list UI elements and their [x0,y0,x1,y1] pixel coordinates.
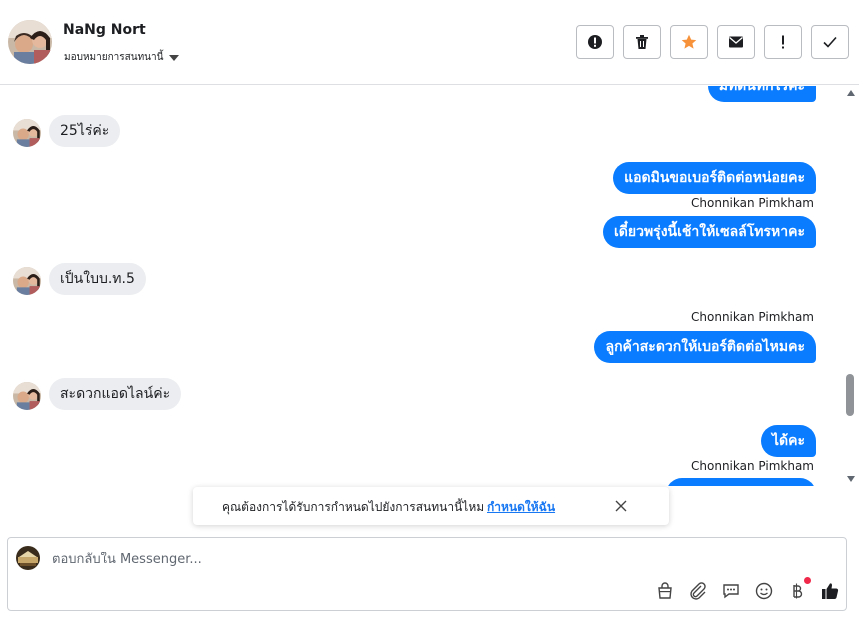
done-button[interactable] [811,25,849,59]
like-button[interactable] [820,581,840,601]
outgoing-message: ได้คะ [760,425,816,457]
star-button[interactable] [670,25,708,59]
shop-button[interactable] [655,581,675,601]
assign-conversation-dropdown[interactable]: มอบหมายการสนทนานี้ [64,50,180,65]
scroll-thumb[interactable] [846,374,854,416]
caret-down-icon [169,54,180,61]
sender-avatar [13,119,41,147]
incoming-message: 25ไร่ค่ะ [49,115,121,147]
chat-bubble-icon [723,584,739,599]
outgoing-message-partial [666,478,816,486]
thread-scrollbar[interactable] [843,86,859,486]
delete-button[interactable] [623,25,661,59]
assign-prompt-text: คุณต้องการได้รับการกำหนดไปยังการสนทนานี้… [222,500,485,514]
alert-circle-icon [588,35,602,49]
sender-name: Chonnikan Pimkham [691,310,814,324]
conversation-actions [576,25,849,59]
paperclip-icon [690,582,706,600]
outgoing-message: ลูกค้าสะดวกให้เบอร์ติดต่อไหมคะ [594,331,816,363]
reply-composer [7,537,847,611]
sender-avatar [13,267,41,295]
reply-input[interactable] [52,552,752,567]
scroll-down-arrow-icon[interactable] [847,476,855,482]
incoming-message: เป็นใบบ.ท.5 [49,263,146,295]
payment-button[interactable] [787,577,811,601]
scroll-up-arrow-icon[interactable] [847,90,855,96]
outgoing-message-partial: มีที่ดินที่กี่ไร่คะ [707,86,816,102]
check-icon [823,36,837,48]
page-avatar [16,546,40,570]
close-icon[interactable] [615,500,627,512]
incoming-message: สะดวกแอดไลน์ค่ะ [49,378,182,410]
composer-tools [655,577,840,601]
assign-to-me-link[interactable]: กำหนดให้ฉัน [487,498,555,517]
follow-up-button[interactable] [764,25,802,59]
mark-unread-button[interactable] [717,25,755,59]
contact-name[interactable]: NaNg Nort [63,22,146,38]
baht-icon [793,583,803,599]
assign-prompt-toast: คุณต้องการได้รับการกำหนดไปยังการสนทนานี้… [193,487,669,525]
assign-label: มอบหมายการสนทนานี้ [64,52,164,63]
notification-dot [804,577,811,584]
trash-icon [636,35,648,49]
attach-button[interactable] [688,581,708,601]
shopping-bag-icon [658,582,672,599]
exclamation-icon [782,35,784,49]
spam-button[interactable] [576,25,614,59]
sender-name: Chonnikan Pimkham [691,196,814,210]
emoji-button[interactable] [754,581,774,601]
outgoing-message: แอดมินขอเบอร์ติดต่อหน่อยคะ [613,162,816,194]
sender-name: Chonnikan Pimkham [691,459,814,473]
sender-avatar [13,382,41,410]
saved-replies-button[interactable] [721,581,741,601]
message-thread[interactable]: มีที่ดินที่กี่ไร่คะ 25ไร่ค่ะ แอดมินขอเบอ… [0,86,843,486]
contact-avatar[interactable] [8,20,52,64]
conversation-header: NaNg Nort มอบหมายการสนทนานี้ [0,0,859,85]
outgoing-message: เดี๋ยวพรุ่งนี้เช้าให้เซลล์โทรหาคะ [603,216,816,248]
star-icon [681,34,697,49]
thumbs-up-icon [822,583,839,599]
smiley-icon [755,582,773,600]
envelope-icon [729,36,743,48]
